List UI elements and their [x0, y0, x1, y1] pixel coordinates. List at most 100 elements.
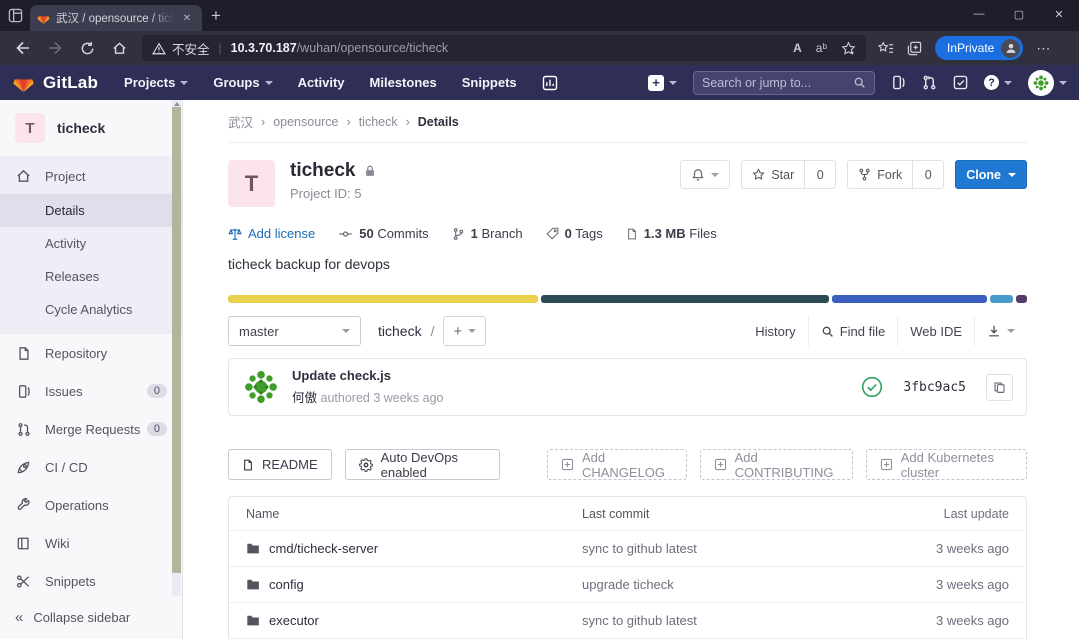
table-row: cmd/ticheck-server sync to github latest…	[229, 530, 1026, 566]
sidebar-item-issues[interactable]: Issues 0	[0, 372, 182, 410]
commit-message-link[interactable]: sync to github latest	[582, 613, 859, 628]
commit-message-link[interactable]: sync to github latest	[582, 541, 859, 556]
sidebar-item-operations[interactable]: Operations	[0, 486, 182, 524]
forward-icon[interactable]	[40, 34, 70, 62]
tab-search-icon[interactable]	[0, 0, 30, 31]
sidebar-project-header[interactable]: T ticheck	[0, 100, 182, 156]
copy-icon	[993, 381, 1006, 394]
breadcrumb-subgroup[interactable]: opensource	[273, 115, 338, 129]
merge-requests-icon[interactable]	[922, 75, 937, 90]
collapse-sidebar-button[interactable]: « Collapse sidebar	[0, 595, 172, 639]
add-contributing-button[interactable]: Add CONTRIBUTING	[700, 449, 853, 480]
sidebar-item-details[interactable]: Details	[0, 194, 182, 227]
chevron-down-icon	[669, 81, 677, 85]
sidebar-item-merge-requests[interactable]: Merge Requests 0	[0, 410, 182, 448]
favorites-bar-icon[interactable]	[878, 41, 894, 56]
gitlab-brand[interactable]: GitLab	[12, 72, 98, 94]
sidebar-item-releases[interactable]: Releases	[0, 260, 182, 293]
nav-projects[interactable]: Projects	[124, 75, 188, 90]
folder-link[interactable]: config	[246, 577, 582, 592]
close-button[interactable]: ✕	[1039, 0, 1079, 28]
copy-commit-sha-button[interactable]	[986, 374, 1013, 401]
languages-bar	[228, 295, 1027, 303]
user-menu[interactable]	[1028, 70, 1067, 96]
fork-count[interactable]: 0	[913, 160, 944, 189]
nav-activity[interactable]: Activity	[298, 75, 345, 90]
sidebar-scrollbar-thumb[interactable]	[172, 107, 181, 573]
add-favorite-icon[interactable]	[841, 41, 856, 56]
global-search[interactable]	[693, 71, 875, 95]
find-file-button[interactable]: Find file	[808, 316, 898, 346]
add-kubernetes-button[interactable]: Add Kubernetes cluster	[866, 449, 1027, 480]
language-segment[interactable]	[990, 295, 1013, 303]
history-button[interactable]: History	[743, 316, 807, 346]
nav-milestones[interactable]: Milestones	[370, 75, 437, 90]
refresh-icon[interactable]	[72, 34, 102, 62]
gitlab-logo-icon	[12, 72, 35, 94]
chart-icon[interactable]	[542, 75, 558, 91]
breadcrumb-separator: ›	[347, 115, 351, 129]
branches-stat[interactable]: 1 Branch	[452, 226, 523, 241]
files-stat[interactable]: 1.3 MB Files	[626, 226, 717, 241]
pipeline-passed-icon[interactable]	[861, 376, 883, 398]
help-menu[interactable]: ?	[984, 75, 1012, 90]
browser-tab[interactable]: 武汉 / opensource / ticheck · Git ✕	[30, 5, 202, 31]
translate-icon[interactable]: aᵇ	[816, 41, 827, 55]
maximize-button[interactable]: ▢	[999, 0, 1039, 28]
breadcrumb-separator: ›	[406, 115, 410, 129]
star-count[interactable]: 0	[805, 160, 836, 189]
language-segment[interactable]	[228, 295, 538, 303]
clone-button[interactable]: Clone	[955, 160, 1027, 189]
tags-stat[interactable]: 0 Tags	[546, 226, 603, 241]
nav-snippets[interactable]: Snippets	[462, 75, 517, 90]
read-aloud-icon[interactable]: A	[793, 41, 802, 55]
folder-link[interactable]: cmd/ticheck-server	[246, 541, 582, 556]
breadcrumb-group[interactable]: 武汉	[228, 112, 253, 131]
tab-close-icon[interactable]: ✕	[179, 10, 195, 26]
language-segment[interactable]	[1016, 295, 1027, 303]
folder-link[interactable]: executor	[246, 613, 582, 628]
nav-groups[interactable]: Groups	[213, 75, 272, 90]
web-ide-button[interactable]: Web IDE	[897, 316, 974, 346]
sidebar-item-project[interactable]: Project	[0, 158, 182, 194]
sidebar-item-ci-cd[interactable]: CI / CD	[0, 448, 182, 486]
branch-selector[interactable]: master	[228, 316, 361, 346]
fork-button[interactable]: Fork	[847, 160, 913, 189]
repo-root-link[interactable]: ticheck	[378, 323, 422, 339]
readme-button[interactable]: README	[228, 449, 332, 480]
inprivate-badge[interactable]: InPrivate	[935, 36, 1023, 60]
minimize-button[interactable]: —	[959, 0, 999, 28]
add-license-link[interactable]: Add license	[228, 226, 315, 241]
notifications-dropdown[interactable]	[680, 160, 730, 189]
sidebar-item-cycle-analytics[interactable]: Cycle Analytics	[0, 293, 182, 326]
commit-message-link[interactable]: upgrade ticheck	[582, 577, 859, 592]
commits-stat[interactable]: 50 Commits	[338, 226, 428, 241]
sidebar-item-repository[interactable]: Repository	[0, 334, 182, 372]
star-button[interactable]: Star	[741, 160, 805, 189]
add-changelog-button[interactable]: Add CHANGELOG	[547, 449, 687, 480]
new-menu[interactable]: +	[648, 75, 677, 91]
home-icon[interactable]	[104, 34, 134, 62]
browser-menu-icon[interactable]: ⋯	[1036, 40, 1051, 57]
auto-devops-button[interactable]: Auto DevOps enabled	[345, 449, 500, 480]
scroll-up-icon[interactable]	[172, 100, 181, 108]
commit-sha[interactable]: 3fbc9ac5	[897, 380, 972, 395]
sidebar-item-wiki[interactable]: Wiki	[0, 524, 182, 562]
search-input[interactable]	[702, 76, 853, 90]
collections-icon[interactable]	[907, 41, 922, 56]
address-bar[interactable]: 不安全 | 10.3.70.187/wuhan/opensource/tiche…	[142, 35, 866, 61]
language-segment[interactable]	[832, 295, 987, 303]
add-file-dropdown[interactable]: +	[443, 316, 486, 346]
folder-icon	[246, 542, 260, 555]
language-segment[interactable]	[541, 295, 829, 303]
issues-icon[interactable]	[891, 75, 906, 90]
back-icon[interactable]	[8, 34, 38, 62]
new-tab-button[interactable]: +	[202, 2, 230, 30]
commit-title-link[interactable]: Update check.js	[292, 368, 444, 383]
breadcrumb-project[interactable]: ticheck	[359, 115, 398, 129]
download-dropdown[interactable]	[974, 316, 1027, 346]
todos-icon[interactable]	[953, 75, 968, 90]
sidebar-item-activity[interactable]: Activity	[0, 227, 182, 260]
commit-author[interactable]: 何傲	[292, 391, 317, 405]
security-warning[interactable]: 不安全	[152, 39, 210, 58]
